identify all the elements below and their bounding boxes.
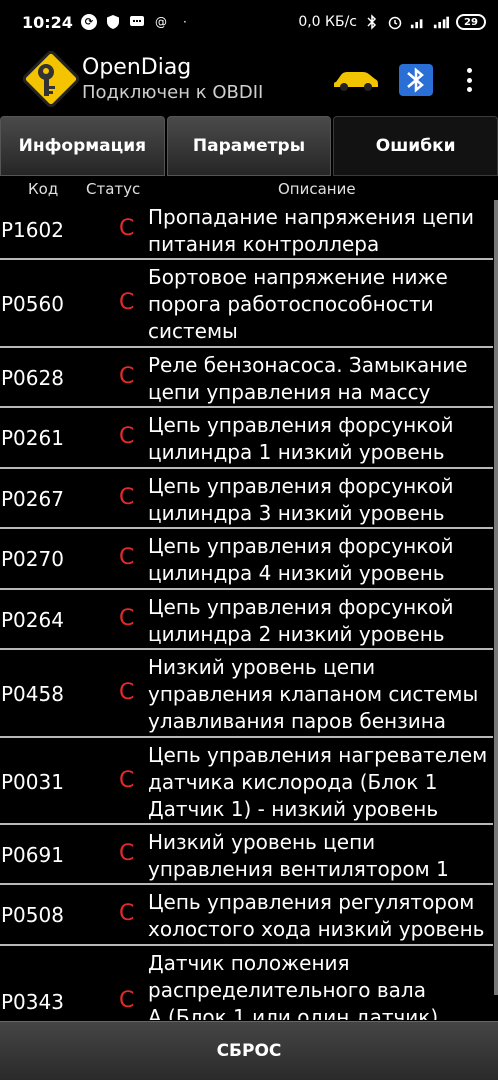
error-code: P0261 — [1, 426, 64, 450]
error-status: C — [119, 290, 135, 315]
error-description: Бортовое напряжение ниже порога работосп… — [148, 265, 448, 343]
error-row[interactable]: P0508 C Цепь управления регулятором холо… — [0, 885, 493, 946]
error-code: P0031 — [1, 770, 64, 794]
network-speed: 0,0 КБ/с — [298, 14, 357, 30]
app-bar: OpenDiag Подключен к OBDII — [0, 44, 498, 114]
error-code: P0270 — [1, 547, 64, 571]
error-code: P0458 — [1, 682, 64, 706]
column-code-label: Код — [28, 180, 59, 198]
error-description: Датчик положения распределительного вала… — [148, 951, 439, 1020]
error-row[interactable]: P0031 C Цепь управления нагревателем дат… — [0, 738, 493, 825]
error-row[interactable]: P0264 C Цепь управления форсункой цилинд… — [0, 590, 493, 650]
alarm-icon — [387, 14, 403, 30]
signal-icon — [433, 14, 449, 30]
error-description: Цепь управления форсункой цилиндра 2 низ… — [148, 595, 454, 646]
error-row[interactable]: P0270 C Цепь управления форсункой цилинд… — [0, 529, 493, 590]
error-code: P0691 — [1, 843, 64, 867]
bluetooth-connect-icon[interactable] — [398, 63, 434, 97]
error-code: P0343 — [1, 990, 64, 1014]
error-status: C — [119, 901, 135, 926]
error-description: Цепь управления форсункой цилиндра 3 низ… — [148, 474, 454, 525]
error-description: Низкий уровень цепи управления клапаном … — [148, 655, 479, 733]
error-status: C — [119, 768, 135, 793]
battery-icon: 29 — [456, 14, 486, 30]
tab-bar: Информация Параметры Ошибки — [0, 116, 498, 176]
error-code: P0560 — [1, 292, 64, 316]
error-code: P0264 — [1, 608, 64, 632]
error-status: C — [119, 216, 135, 241]
connection-status: Подключен к OBDII — [82, 82, 264, 103]
error-status: C — [119, 680, 135, 705]
tab-information[interactable]: Информация — [0, 116, 165, 176]
error-code: P0628 — [1, 366, 64, 390]
error-code: P0267 — [1, 487, 64, 511]
bluetooth-status-icon — [364, 14, 380, 30]
signal-icon — [410, 14, 426, 30]
message-icon — [129, 14, 145, 30]
overflow-menu-icon[interactable] — [458, 64, 480, 96]
error-code: P0508 — [1, 903, 64, 927]
error-description: Цепь управления форсункой цилиндра 1 низ… — [148, 413, 454, 464]
app-title: OpenDiag — [82, 55, 192, 80]
error-row[interactable]: P0343 C Датчик положения распределительн… — [0, 946, 493, 1020]
error-status: C — [119, 988, 135, 1013]
scrollbar[interactable] — [494, 200, 498, 995]
error-row[interactable]: P0267 C Цепь управления форсункой цилинд… — [0, 469, 493, 529]
error-row[interactable]: P0458 C Низкий уровень цепи управления к… — [0, 650, 493, 738]
error-list[interactable]: P1602 C Пропадание напряжения цепи питан… — [0, 200, 493, 1020]
error-description: Цепь управления регулятором холостого хо… — [148, 890, 485, 941]
error-description: Низкий уровень цепи управления вентилято… — [148, 830, 449, 881]
error-description: Цепь управления нагревателем датчика кис… — [148, 743, 488, 821]
error-row[interactable]: P1602 C Пропадание напряжения цепи питан… — [0, 200, 493, 260]
error-description: Реле бензонасоса. Замыкание цепи управле… — [148, 353, 468, 404]
reset-button[interactable]: СБРОС — [0, 1021, 498, 1080]
silent-icon: · — [183, 15, 187, 29]
error-code: P1602 — [1, 218, 64, 242]
error-row[interactable]: P0261 C Цепь управления форсункой цилинд… — [0, 408, 493, 469]
sync-icon: ⟳ — [80, 14, 97, 30]
car-icon[interactable] — [333, 66, 379, 92]
error-description: Пропадание напряжения цепи питания контр… — [148, 205, 475, 256]
at-sign-icon: @ — [154, 15, 167, 29]
error-row[interactable]: P0691 C Низкий уровень цепи управления в… — [0, 825, 493, 885]
error-row[interactable]: P0560 C Бортовое напряжение ниже порога … — [0, 260, 493, 348]
error-row[interactable]: P0628 C Реле бензонасоса. Замыкание цепи… — [0, 348, 493, 408]
tab-errors[interactable]: Ошибки — [333, 116, 498, 176]
column-header: Код Статус Описание — [0, 178, 498, 200]
error-status: C — [119, 485, 135, 510]
status-bar: 10:24 ⟳ @ · 0,0 КБ/с 29 — [0, 0, 498, 44]
column-status-label: Статус — [86, 180, 141, 198]
error-status: C — [119, 545, 135, 570]
error-description: Цепь управления форсункой цилиндра 4 низ… — [148, 534, 454, 585]
column-description-label: Описание — [278, 180, 356, 198]
error-status: C — [119, 841, 135, 866]
status-time: 10:24 — [22, 12, 73, 32]
shield-icon — [105, 14, 121, 30]
tab-parameters[interactable]: Параметры — [166, 116, 332, 176]
app-logo-icon — [22, 50, 80, 108]
error-status: C — [119, 606, 135, 631]
error-status: C — [119, 424, 135, 449]
error-status: C — [119, 364, 135, 389]
